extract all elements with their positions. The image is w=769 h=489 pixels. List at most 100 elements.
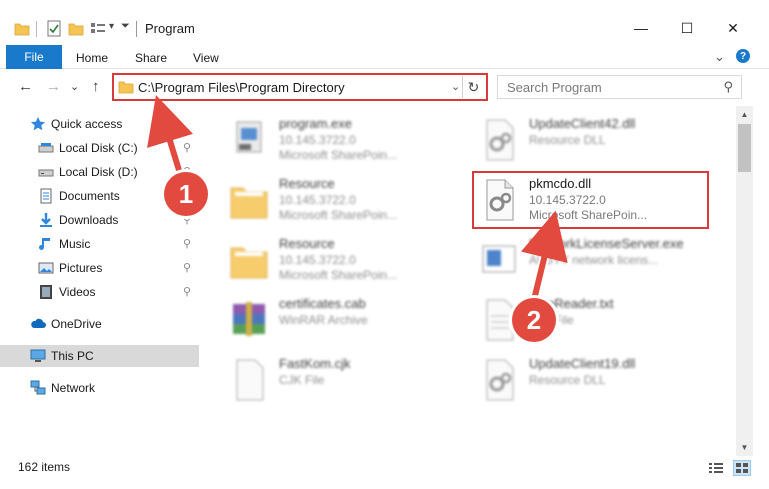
file-item[interactable]: UpdateClient19.dll Resource DLL bbox=[479, 354, 719, 408]
drive-icon bbox=[38, 143, 54, 153]
file-detail: WinRAR Archive bbox=[279, 313, 368, 327]
videos-icon bbox=[40, 285, 52, 299]
folder-icon bbox=[118, 81, 134, 94]
status-bar: 162 items bbox=[0, 458, 769, 478]
maximize-button[interactable]: ☐ bbox=[664, 14, 710, 42]
folder-icon bbox=[230, 247, 268, 279]
file-detail: 10.145.3722.0 bbox=[279, 133, 356, 147]
sidebar-item-pictures[interactable]: Pictures ⚲ bbox=[0, 257, 199, 279]
drive-icon bbox=[38, 169, 54, 177]
exe-icon bbox=[236, 121, 262, 153]
folder-icon bbox=[230, 187, 268, 219]
file-detail: 10.145.3722.0 bbox=[279, 193, 356, 207]
properties-icon[interactable] bbox=[46, 20, 62, 37]
pin-icon[interactable]: ⚲ bbox=[183, 141, 191, 154]
pin-icon[interactable]: ⚲ bbox=[183, 285, 191, 298]
close-button[interactable]: ✕ bbox=[710, 14, 756, 42]
winrar-icon bbox=[233, 302, 265, 336]
file-name: Resource bbox=[279, 176, 335, 191]
qa-customize-icon[interactable]: ⏷ bbox=[121, 20, 130, 33]
forward-button[interactable]: → bbox=[46, 78, 61, 95]
file-item[interactable]: Resource 10.145.3722.0 Microsoft SharePo… bbox=[229, 174, 469, 228]
search-input[interactable]: Search Program bbox=[507, 80, 602, 95]
cloud-icon bbox=[31, 318, 46, 328]
sidebar-item-label: Local Disk (D:) bbox=[59, 165, 138, 179]
sidebar-item-music[interactable]: Music ⚲ bbox=[0, 233, 199, 255]
file-detail: Microsoft SharePoin... bbox=[279, 148, 398, 162]
file-item[interactable]: NetworkLicenseServer.exe ABBYY network l… bbox=[479, 234, 719, 288]
help-icon[interactable]: ? bbox=[736, 49, 750, 63]
up-button[interactable]: ↑ bbox=[92, 78, 100, 95]
pictures-icon bbox=[38, 262, 54, 274]
ribbon-expand-icon[interactable]: ⌄ bbox=[714, 49, 725, 65]
sidebar-item-label: Quick access bbox=[51, 117, 123, 131]
tab-share[interactable]: Share bbox=[135, 51, 167, 65]
sidebar-item-label: Network bbox=[51, 381, 96, 395]
tab-view[interactable]: View bbox=[193, 51, 219, 65]
music-icon bbox=[39, 238, 50, 250]
title-separator bbox=[136, 21, 137, 37]
file-item[interactable]: certificates.cab WinRAR Archive bbox=[229, 294, 469, 348]
file-detail: Resource DLL bbox=[529, 373, 606, 387]
recent-locations-button[interactable]: ⌄ bbox=[70, 80, 79, 93]
tab-file[interactable]: File bbox=[6, 45, 62, 69]
network-icon bbox=[30, 380, 46, 395]
file-name: NetworkLicenseServer.exe bbox=[529, 236, 684, 251]
minimize-button[interactable]: — bbox=[618, 14, 664, 42]
sidebar-item-label: OneDrive bbox=[51, 317, 102, 331]
dll-icon bbox=[486, 359, 514, 401]
view-options-icon[interactable] bbox=[90, 21, 106, 37]
computer-icon bbox=[30, 349, 46, 362]
tab-home[interactable]: Home bbox=[76, 51, 108, 65]
vertical-scrollbar[interactable]: ▲ ▼ bbox=[736, 106, 753, 456]
highlight-box-pkmcdo bbox=[472, 171, 709, 229]
sidebar-item-quick-access[interactable]: Quick access bbox=[0, 113, 199, 135]
file-name: UpdateClient19.dll bbox=[529, 356, 636, 371]
details-view-icon[interactable] bbox=[708, 461, 724, 475]
sidebar-item-label: Documents bbox=[59, 189, 120, 203]
file-item[interactable]: Resource 10.145.3722.0 Microsoft SharePo… bbox=[229, 234, 469, 288]
file-name: certificates.cab bbox=[279, 296, 366, 311]
new-folder-icon[interactable] bbox=[68, 21, 84, 37]
pin-icon[interactable]: ⚲ bbox=[183, 237, 191, 250]
scroll-up-icon[interactable]: ▲ bbox=[736, 106, 753, 123]
documents-icon bbox=[40, 188, 52, 204]
sidebar-item-local-disk-c[interactable]: Local Disk (C:) ⚲ bbox=[0, 137, 199, 159]
file-detail: Microsoft SharePoin... bbox=[279, 268, 398, 282]
file-item[interactable]: UpdateClient42.dll Resource DLL bbox=[479, 114, 719, 168]
item-count: 162 items bbox=[18, 460, 71, 474]
search-box[interactable]: Search Program ⚲ bbox=[497, 75, 742, 99]
sidebar-item-this-pc[interactable]: This PC bbox=[0, 345, 199, 367]
sidebar-item-downloads[interactable]: Downloads ⚲ bbox=[0, 209, 199, 231]
scroll-thumb[interactable] bbox=[738, 124, 751, 172]
file-item[interactable]: program.exe 10.145.3722.0 Microsoft Shar… bbox=[229, 114, 469, 168]
search-icon: ⚲ bbox=[723, 79, 733, 94]
address-dropdown-icon[interactable]: ⌄ bbox=[451, 80, 460, 93]
qa-separator bbox=[36, 21, 37, 37]
file-detail: ABBYY network licens... bbox=[529, 253, 659, 267]
file-name: FastKom.cjk bbox=[279, 356, 351, 371]
tiles-view-icon[interactable] bbox=[733, 460, 751, 476]
star-icon bbox=[30, 117, 46, 131]
sidebar-item-network[interactable]: Network bbox=[0, 377, 199, 399]
download-icon bbox=[40, 213, 52, 227]
pin-icon[interactable]: ⚲ bbox=[183, 261, 191, 274]
sidebar-item-onedrive[interactable]: OneDrive bbox=[0, 313, 199, 335]
address-path[interactable]: C:\Program Files\Program Directory bbox=[138, 80, 345, 95]
address-bar[interactable]: C:\Program Files\Program Directory ⌄ ↻ bbox=[112, 73, 488, 101]
blank-file-icon bbox=[236, 359, 264, 401]
qa-dropdown-arrow[interactable]: ▾ bbox=[109, 21, 114, 32]
scroll-down-icon[interactable]: ▼ bbox=[736, 439, 753, 456]
folder-icon bbox=[14, 23, 30, 36]
sidebar-item-label: Downloads bbox=[59, 213, 119, 227]
back-button[interactable]: ← bbox=[18, 78, 33, 95]
file-item[interactable]: FastKom.cjk CJK File bbox=[229, 354, 469, 408]
minimize-icon: — bbox=[634, 20, 648, 36]
exe-icon bbox=[482, 245, 516, 273]
sidebar-item-label: Local Disk (C:) bbox=[59, 141, 138, 155]
file-name: program.exe bbox=[279, 116, 352, 131]
sidebar-item-videos[interactable]: Videos ⚲ bbox=[0, 281, 199, 303]
sidebar-item-label: Videos bbox=[59, 285, 96, 299]
refresh-button[interactable]: ↻ bbox=[462, 76, 484, 98]
file-list: program.exe 10.145.3722.0 Microsoft Shar… bbox=[201, 106, 735, 456]
